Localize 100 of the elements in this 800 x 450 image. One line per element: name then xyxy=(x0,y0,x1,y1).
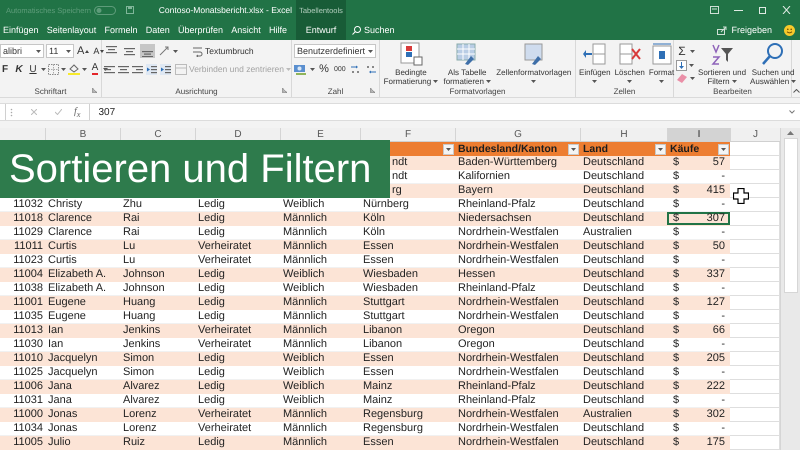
ribbon-button[interactable]: Sortieren und Filtern xyxy=(697,42,748,86)
smiley-icon[interactable] xyxy=(784,24,795,36)
ribbon-button[interactable]: Einfügen xyxy=(578,42,612,85)
fill-down-icon[interactable] xyxy=(676,60,687,71)
decrease-decimal-icon[interactable] xyxy=(364,64,377,74)
wrap-text-button[interactable]: Textumbruch xyxy=(191,44,255,58)
table-cell-text: ndt xyxy=(391,170,408,183)
ribbon-tab[interactable]: Entwurf xyxy=(296,20,346,40)
text-align-icon[interactable] xyxy=(118,64,129,74)
dialog-launcher-icon xyxy=(92,88,97,93)
filter-button[interactable] xyxy=(443,144,454,154)
search-button[interactable]: Suchen xyxy=(346,20,401,40)
table-cell-text: Weiblich xyxy=(282,198,326,211)
table-cell-text: Männlich xyxy=(282,226,328,239)
increase-decimal-icon[interactable] xyxy=(350,64,362,74)
grow-font-button[interactable]: A xyxy=(76,44,90,58)
scrollbar-thumb[interactable] xyxy=(784,138,798,293)
autosum-button[interactable]: Σ xyxy=(676,44,688,58)
insert-function-button[interactable]: f$_{x}$ xyxy=(74,106,80,118)
caret-icon xyxy=(41,68,46,70)
table-cell-text: 11011 xyxy=(13,240,44,253)
autosave-toggle[interactable] xyxy=(94,6,116,14)
drag-handle-icon xyxy=(10,108,13,116)
caret-icon xyxy=(592,80,598,83)
table-cell-text: Deutschland xyxy=(582,170,646,183)
formula-input[interactable]: 307 xyxy=(89,104,800,120)
italic-button[interactable]: K xyxy=(13,62,25,76)
ribbon-tab[interactable]: Überprüfen xyxy=(175,20,226,40)
vertical-align-button[interactable] xyxy=(140,44,155,58)
table-cell-text: 11031 xyxy=(12,394,44,407)
ribbon-button[interactable]: Zellenformatvorlagen xyxy=(495,42,572,86)
font-size-field[interactable]: 11 xyxy=(46,44,74,58)
table-cell-text: Baden-Württemberg xyxy=(457,156,558,169)
table-cell-text: Lu xyxy=(122,240,136,253)
collapse-ribbon-icon[interactable] xyxy=(792,89,800,93)
underline-button[interactable]: U xyxy=(27,62,39,76)
table-cell-text: Hessen xyxy=(457,268,496,281)
bold-button[interactable]: F xyxy=(0,62,11,76)
ribbon-tab[interactable]: Ansicht xyxy=(228,20,264,40)
table-cell-text: Deutschland xyxy=(582,198,646,211)
column-header[interactable]: I xyxy=(667,128,730,141)
scroll-up-icon[interactable] xyxy=(787,131,794,135)
table-cell-text: Alvarez xyxy=(122,380,161,393)
table-cell-text: Niedersachsen xyxy=(457,212,532,225)
filter-button[interactable] xyxy=(718,144,729,154)
caret-icon xyxy=(173,50,178,52)
table-cell-text: Johnson xyxy=(122,268,166,281)
group-label: Zellen xyxy=(614,86,636,96)
table-cell-text: ndt xyxy=(391,156,408,169)
table-cell-text: 11005 xyxy=(12,436,44,449)
table-cell-text: Ledig xyxy=(197,366,226,379)
table-cell-text: Alvarez xyxy=(122,394,161,407)
share-button[interactable]: Freigeben xyxy=(711,20,778,40)
shrink-font-button[interactable]: A xyxy=(92,44,106,58)
ribbon-button[interactable]: Löschen xyxy=(614,42,646,85)
table-cell-text: Regensburg xyxy=(362,408,424,421)
filter-button[interactable] xyxy=(568,144,579,154)
table-cell-text: Eugene xyxy=(47,310,87,323)
caret-icon xyxy=(658,148,663,150)
table-cell-text: Weiblich xyxy=(282,268,326,281)
text-align-icon[interactable] xyxy=(104,64,115,74)
ribbon-tab[interactable]: Einfügen xyxy=(0,20,42,40)
caret-icon xyxy=(627,80,632,83)
save-icon[interactable] xyxy=(126,6,134,14)
border-icon[interactable] xyxy=(48,64,59,74)
table-cell-text: Verheiratet xyxy=(197,324,252,337)
table-cell-text: Eugene xyxy=(47,296,87,309)
caret-icon xyxy=(690,50,695,52)
check-icon[interactable] xyxy=(55,109,62,115)
ribbon-display-icon[interactable] xyxy=(710,6,719,14)
ribbon-tab[interactable]: Seitenlayout xyxy=(44,20,100,40)
ribbon-button[interactable]: Suchen und Auswählen xyxy=(749,42,798,86)
text-align-icon[interactable] xyxy=(132,64,143,74)
orientation-icon[interactable] xyxy=(158,45,170,57)
ribbon-tab[interactable]: Daten xyxy=(142,20,173,40)
table-cell-text: Männlich xyxy=(282,338,328,351)
ribbon-button[interactable]: Als Tabelle formatieren xyxy=(442,42,492,86)
table-cell-text: Deutschland xyxy=(582,156,646,169)
table-cell-text: Jenkins xyxy=(122,338,162,351)
table-cell-text: Wiesbaden xyxy=(362,282,420,295)
close-icon[interactable] xyxy=(782,6,791,14)
caret-icon xyxy=(690,76,695,80)
ribbon-tab[interactable]: Hilfe xyxy=(266,20,290,40)
table-cell-text: Essen xyxy=(362,366,395,379)
table-cell-text: Wiesbaden xyxy=(362,268,420,281)
ribbon-button[interactable]: Format xyxy=(648,42,676,85)
filter-button[interactable] xyxy=(655,144,666,154)
percent-button[interactable]: % xyxy=(318,62,330,76)
fill-color-icon[interactable] xyxy=(68,63,80,75)
table-cell-text: Nordrhein-Westfalen xyxy=(457,310,560,323)
font-color-button[interactable]: A xyxy=(89,62,101,76)
font-name-field[interactable]: alibri xyxy=(0,44,44,58)
maximize-icon[interactable] xyxy=(758,6,767,14)
number-format-field[interactable]: Benutzerdefiniert xyxy=(294,44,376,58)
decrease-indent-icon[interactable] xyxy=(146,64,157,74)
currency-icon[interactable] xyxy=(294,64,307,74)
table-cell-text: Deutschland xyxy=(582,436,646,449)
ribbon-button[interactable]: Bedingte Formatierung xyxy=(382,42,440,86)
increase-indent-icon[interactable] xyxy=(160,64,171,74)
ribbon-tab[interactable]: Formeln xyxy=(102,20,141,40)
